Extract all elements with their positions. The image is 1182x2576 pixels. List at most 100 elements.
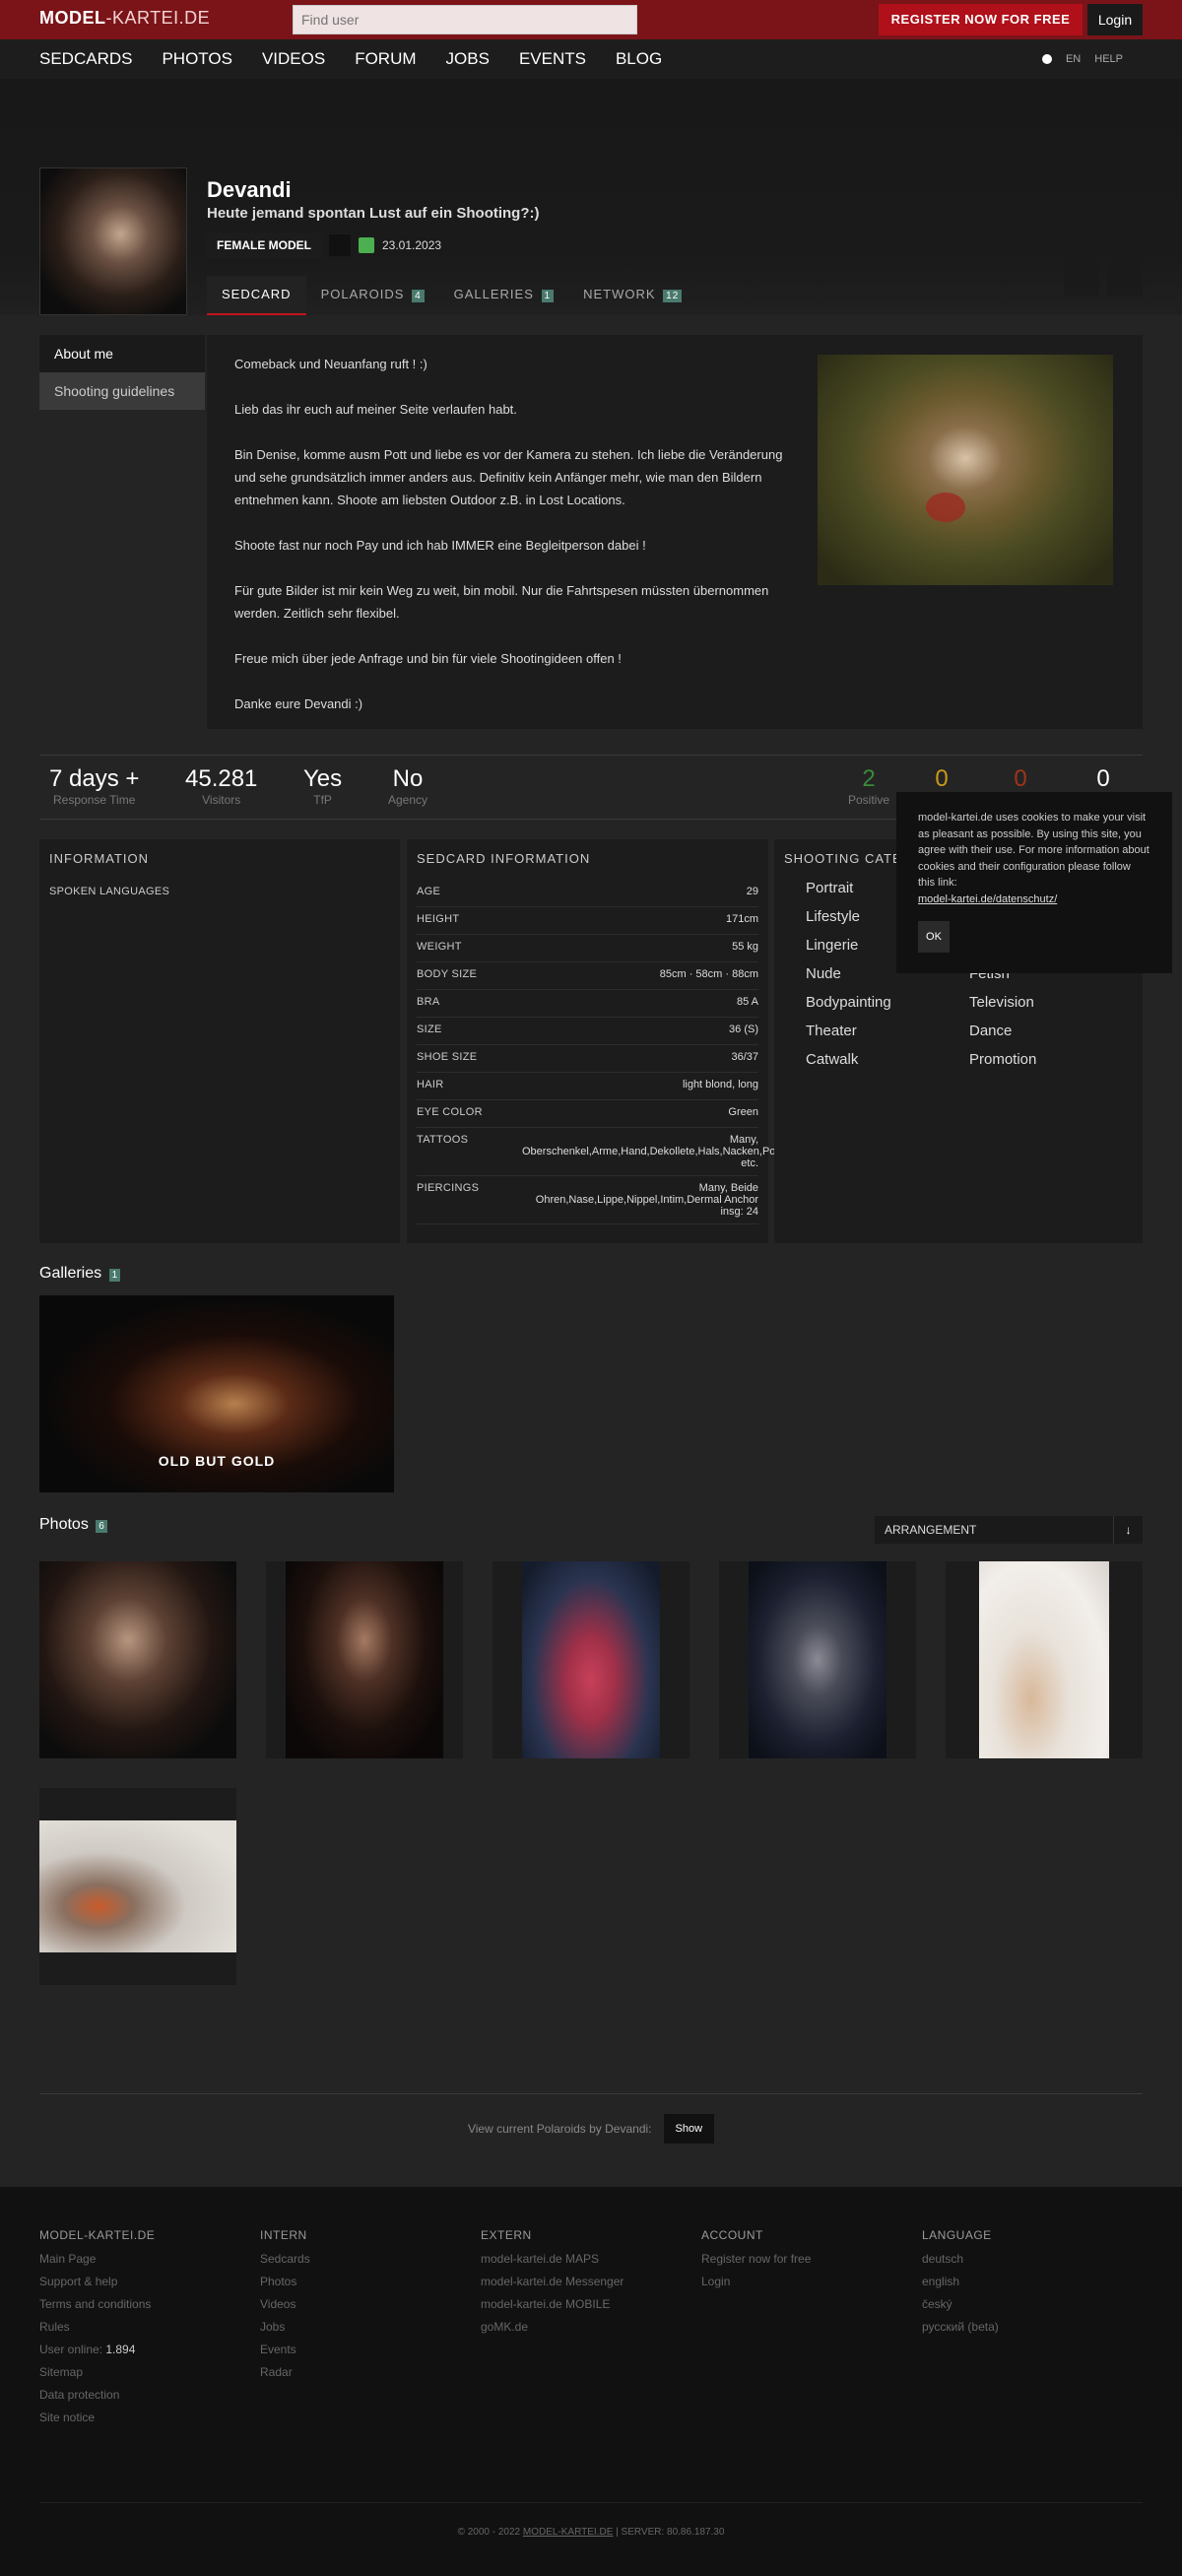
nav-videos[interactable]: VIDEOS — [262, 39, 325, 79]
nav-jobs[interactable]: JOBS — [446, 39, 490, 79]
footer-link[interactable]: Terms and conditions — [39, 2293, 155, 2316]
stat-label: TfP — [313, 793, 332, 807]
footer-link[interactable]: Events — [260, 2339, 310, 2361]
rating-positive[interactable]: 2 Positive — [839, 765, 898, 807]
nav-sedcards[interactable]: SEDCARDS — [39, 39, 132, 79]
footer-link[interactable]: Site notice — [39, 2407, 155, 2429]
gallery-card[interactable]: OLD BUT GOLD — [39, 1295, 394, 1492]
tab-network[interactable]: NETWORK 12 — [568, 276, 696, 315]
footer-link[interactable]: model-kartei.de MOBILE — [481, 2293, 624, 2316]
information-panel: INFORMATION SPOKEN LANGUAGES — [39, 839, 400, 1243]
status-dot-icon[interactable] — [1041, 54, 1052, 64]
about-photo[interactable] — [818, 355, 1113, 585]
sedcard-row: HEIGHT 171cm — [417, 907, 758, 935]
footer-link[interactable]: Support & help — [39, 2271, 155, 2293]
profile-avatar[interactable] — [39, 167, 187, 315]
footer-link[interactable]: goMK.de — [481, 2316, 624, 2339]
count-badge: 1 — [108, 1269, 121, 1282]
photo-thumbnail[interactable] — [39, 1561, 236, 1758]
nav-blog[interactable]: BLOG — [616, 39, 662, 79]
stat-value: 45.281 — [185, 765, 258, 792]
photo-image — [39, 1820, 236, 1952]
shooting-category: Bodypainting — [806, 994, 891, 1011]
rating-negative[interactable]: 0 — [991, 765, 1050, 793]
help-link[interactable]: HELP — [1094, 53, 1123, 65]
tab-polaroids[interactable]: POLAROIDS 4 — [306, 276, 439, 315]
footer-column-title: INTERN — [260, 2228, 307, 2242]
copyright-prefix: © 2000 - 2022 — [457, 2527, 521, 2538]
photo-thumbnail[interactable] — [719, 1561, 916, 1758]
about-paragraph: Lieb das ihr euch auf meiner Seite verla… — [234, 402, 517, 417]
footer-link[interactable]: User online: 1.894 — [39, 2339, 155, 2361]
footer-column: LANGUAGE deutsch english český русский (beta… — [922, 2228, 999, 2339]
photo-thumbnail[interactable] — [946, 1561, 1143, 1758]
about-side-menu: About me Shooting guidelines — [39, 335, 205, 410]
info-value: 55 kg — [732, 941, 758, 953]
message-icon[interactable] — [1064, 260, 1099, 296]
login-button[interactable]: Login — [1087, 4, 1143, 35]
footer-link[interactable]: русский (beta) — [922, 2316, 999, 2339]
footer-link[interactable]: český — [922, 2293, 999, 2316]
footer-link[interactable]: Photos — [260, 2271, 310, 2293]
photo-image — [749, 1561, 886, 1758]
info-value: Many, Oberschenkel,Arme,Hand,Dekollete,H… — [522, 1134, 776, 1169]
menu-about-me[interactable]: About me — [39, 335, 205, 372]
footer-column-title: EXTERN — [481, 2228, 532, 2242]
language-switch[interactable]: EN — [1066, 53, 1081, 65]
about-content: Comeback und Neuanfang ruft ! :) Lieb da… — [207, 335, 1143, 729]
copyright-site-link[interactable]: MODEL-KARTEI.DE — [523, 2527, 614, 2538]
shooting-category: Promotion — [969, 1051, 1037, 1068]
nav-photos[interactable]: PHOTOS — [162, 39, 231, 79]
tab-galleries[interactable]: GALLERIES 1 — [439, 276, 568, 315]
badge-icon — [329, 234, 351, 256]
profile-tagline: Heute jemand spontan Lust auf ein Shooti… — [207, 205, 540, 222]
footer-link-text: Support & help — [39, 2275, 118, 2288]
panel-title: SEDCARD INFORMATION — [417, 851, 591, 866]
show-polaroids-button[interactable]: Show — [663, 2114, 715, 2144]
cookie-policy-link[interactable]: model-kartei.de/datenschutz/ — [918, 893, 1057, 905]
nav-forum[interactable]: FORUM — [355, 39, 416, 79]
menu-shooting-guidelines[interactable]: Shooting guidelines — [39, 372, 205, 410]
arrangement-select[interactable]: ARRANGEMENT ↓ — [875, 1516, 1143, 1544]
footer-link[interactable]: deutsch — [922, 2248, 999, 2271]
copyright: © 2000 - 2022 MODEL-KARTEI.DE | SERVER: … — [0, 2527, 1182, 2538]
footer-link[interactable]: Rules — [39, 2316, 155, 2339]
footer-link[interactable]: english — [922, 2271, 999, 2293]
footer-link[interactable]: model-kartei.de Messenger — [481, 2271, 624, 2293]
rating-value: 0 — [1096, 765, 1110, 792]
photo-thumbnail[interactable] — [266, 1561, 463, 1758]
main-nav: SEDCARDS PHOTOS VIDEOS FORUM JOBS EVENTS… — [0, 39, 1182, 79]
footer-link[interactable]: Videos — [260, 2293, 310, 2316]
section-title-text: Photos — [39, 1516, 89, 1533]
tab-label: POLAROIDS — [320, 287, 405, 301]
nav-events[interactable]: EVENTS — [519, 39, 586, 79]
rating-total[interactable]: 0 — [1074, 765, 1133, 793]
footer-link[interactable]: Main Page — [39, 2248, 155, 2271]
info-value: 85cm · 58cm · 88cm — [659, 968, 758, 980]
photo-thumbnail[interactable] — [39, 1788, 236, 1985]
footer-link[interactable]: Radar — [260, 2361, 310, 2384]
stat-value: Yes — [303, 765, 343, 792]
site-logo[interactable]: MODEL-KARTEI.DE — [39, 8, 210, 29]
cookie-ok-button[interactable]: OK — [918, 921, 950, 953]
footer-link[interactable]: Sitemap — [39, 2361, 155, 2384]
tab-sedcard[interactable]: SEDCARD — [207, 276, 306, 315]
section-title-text: Galleries — [39, 1265, 102, 1282]
footer-link[interactable]: Register now for free — [701, 2248, 811, 2271]
footer-link[interactable]: Sedcards — [260, 2248, 310, 2271]
register-button[interactable]: REGISTER NOW FOR FREE — [879, 4, 1083, 35]
footer-link[interactable]: Jobs — [260, 2316, 310, 2339]
favorite-icon[interactable] — [1107, 260, 1143, 296]
photo-thumbnail[interactable] — [492, 1561, 690, 1758]
sort-arrow-icon[interactable]: ↓ — [1113, 1516, 1143, 1544]
stat-response-time: 7 days + Response Time — [49, 765, 139, 807]
stat-visitors: 45.281 Visitors — [185, 765, 257, 807]
footer-link-text: Sedcards — [260, 2252, 310, 2266]
footer-link[interactable]: model-kartei.de MAPS — [481, 2248, 624, 2271]
footer-column: MODEL-KARTEI.DE Main Page Support & help Te… — [39, 2228, 155, 2429]
footer-link[interactable]: Login — [701, 2271, 811, 2293]
sedcard-info-panel: SEDCARD INFORMATION AGE 29 HEIGHT 171cm WEIG… — [407, 839, 776, 1243]
footer-link[interactable]: Data protection — [39, 2384, 155, 2407]
user-search-input[interactable] — [293, 5, 637, 34]
rating-neutral[interactable]: 0 — [912, 765, 971, 793]
